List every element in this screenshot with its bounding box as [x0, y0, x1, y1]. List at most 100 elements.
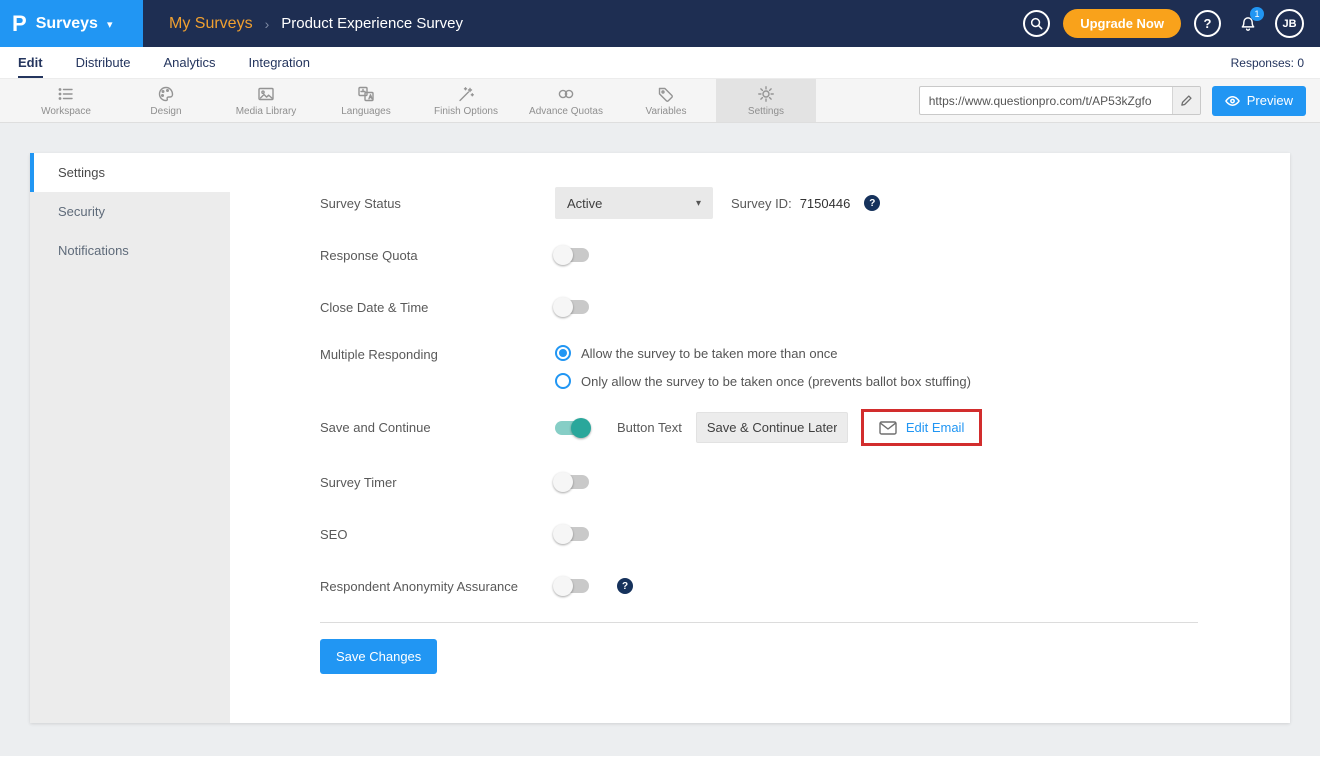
main-content: Settings Security Notifications Survey S… [0, 123, 1320, 756]
radio-label: Allow the survey to be taken more than o… [581, 346, 838, 361]
toolbar-item-media-library[interactable]: Media Library [216, 79, 316, 122]
seo-row: SEO [320, 518, 1290, 550]
survey-id-label: Survey ID: [731, 196, 792, 211]
radio-allow-multiple[interactable]: Allow the survey to be taken more than o… [555, 345, 971, 361]
upgrade-now-button[interactable]: Upgrade Now [1063, 9, 1181, 38]
button-text-input[interactable] [696, 412, 848, 443]
sidebar-item-settings[interactable]: Settings [30, 153, 230, 192]
topbar-actions: Upgrade Now ? 1 JB [1023, 9, 1304, 38]
responses-count: Responses: 0 [1231, 47, 1304, 78]
toolbar-right: Preview [919, 79, 1306, 122]
save-and-continue-row: Save and Continue Button Text Edit Email [320, 409, 1290, 446]
response-quota-toggle[interactable] [555, 248, 589, 262]
question-mark-icon: ? [1204, 16, 1212, 31]
tab-integration[interactable]: Integration [249, 47, 310, 78]
toolbar-item-label: Design [150, 106, 181, 117]
primary-nav: Edit Distribute Analytics Integration Re… [0, 47, 1320, 78]
toolbar-item-advance-quotas[interactable]: Advance Quotas [516, 79, 616, 122]
envelope-icon [879, 421, 897, 435]
finish-options-icon [456, 84, 476, 104]
advance-quotas-icon [556, 84, 576, 104]
toolbar-item-label: Workspace [41, 106, 91, 117]
settings-sidebar: Settings Security Notifications [30, 153, 230, 723]
toolbar-item-label: Finish Options [434, 106, 498, 117]
edit-email-link[interactable]: Edit Email [906, 420, 965, 435]
tab-distribute[interactable]: Distribute [76, 47, 131, 78]
edit-url-button[interactable] [1172, 87, 1200, 114]
eye-icon [1225, 95, 1240, 107]
form-divider [320, 622, 1198, 623]
breadcrumb-my-surveys[interactable]: My Surveys [169, 15, 253, 33]
survey-status-label: Survey Status [320, 196, 555, 211]
toggle-knob [553, 576, 573, 596]
preview-label: Preview [1247, 93, 1293, 108]
variables-icon [656, 84, 676, 104]
close-date-row: Close Date & Time [320, 291, 1290, 323]
notification-badge: 1 [1250, 7, 1264, 21]
toolbar-item-workspace[interactable]: Workspace [16, 79, 116, 122]
edit-toolbar: Workspace Design Media Library Languages… [0, 78, 1320, 123]
survey-status-select[interactable]: Active ▾ [555, 187, 713, 219]
multiple-responding-label: Multiple Responding [320, 343, 555, 362]
pencil-icon [1180, 94, 1193, 107]
toolbar-item-label: Languages [341, 106, 391, 117]
seo-toggle[interactable] [555, 527, 589, 541]
toolbar-item-label: Advance Quotas [529, 106, 603, 117]
radio-selected-icon [555, 345, 571, 361]
top-bar: P Surveys ▾ My Surveys › Product Experie… [0, 0, 1320, 47]
breadcrumb-survey-title: Product Experience Survey [281, 15, 463, 32]
survey-url-input[interactable] [920, 94, 1172, 108]
anonymity-help-icon[interactable]: ? [617, 578, 633, 594]
toolbar-item-settings[interactable]: Settings [716, 79, 816, 122]
toolbar-item-design[interactable]: Design [116, 79, 216, 122]
product-name: Surveys [36, 15, 98, 33]
close-date-toggle[interactable] [555, 300, 589, 314]
save-and-continue-label: Save and Continue [320, 420, 555, 435]
toolbar-item-label: Media Library [236, 106, 297, 117]
response-quota-row: Response Quota [320, 239, 1290, 271]
save-and-continue-toggle[interactable] [555, 421, 589, 435]
toggle-knob [571, 418, 591, 438]
toolbar-item-label: Variables [646, 106, 687, 117]
user-avatar[interactable]: JB [1275, 9, 1304, 38]
radio-unselected-icon [555, 373, 571, 389]
survey-id-help-icon[interactable]: ? [864, 195, 880, 211]
sidebar-item-notifications[interactable]: Notifications [30, 231, 230, 270]
help-button[interactable]: ? [1194, 10, 1221, 37]
search-button[interactable] [1023, 10, 1050, 37]
toolbar-item-label: Settings [748, 106, 784, 117]
workspace-icon [56, 84, 76, 104]
seo-label: SEO [320, 527, 555, 542]
tab-edit[interactable]: Edit [18, 47, 43, 78]
anonymity-toggle[interactable] [555, 579, 589, 593]
toggle-knob [553, 524, 573, 544]
radio-allow-once[interactable]: Only allow the survey to be taken once (… [555, 373, 971, 389]
sidebar-item-security[interactable]: Security [30, 192, 230, 231]
multiple-responding-options: Allow the survey to be taken more than o… [555, 343, 971, 389]
survey-timer-toggle[interactable] [555, 475, 589, 489]
settings-form: Survey Status Active ▾ Survey ID: 715044… [230, 153, 1290, 723]
close-date-label: Close Date & Time [320, 300, 555, 315]
preview-button[interactable]: Preview [1212, 86, 1306, 116]
toolbar-item-finish-options[interactable]: Finish Options [416, 79, 516, 122]
product-switcher[interactable]: P Surveys ▾ [0, 0, 143, 47]
survey-timer-label: Survey Timer [320, 475, 555, 490]
response-quota-label: Response Quota [320, 248, 555, 263]
toggle-knob [553, 245, 573, 265]
design-icon [156, 84, 176, 104]
tab-analytics[interactable]: Analytics [163, 47, 215, 78]
save-changes-button[interactable]: Save Changes [320, 639, 437, 674]
survey-timer-row: Survey Timer [320, 466, 1290, 498]
survey-status-value: Active [567, 196, 602, 211]
notifications-button[interactable]: 1 [1234, 10, 1262, 38]
toolbar-item-variables[interactable]: Variables [616, 79, 716, 122]
edit-email-highlight-box[interactable]: Edit Email [861, 409, 983, 446]
languages-icon [356, 84, 376, 104]
chevron-down-icon: ▾ [696, 198, 701, 209]
survey-id-value: 7150446 [800, 196, 851, 211]
chevron-right-icon: › [265, 16, 270, 32]
toolbar-item-languages[interactable]: Languages [316, 79, 416, 122]
settings-icon [756, 84, 776, 104]
toggle-knob [553, 472, 573, 492]
settings-card: Settings Security Notifications Survey S… [30, 153, 1290, 723]
